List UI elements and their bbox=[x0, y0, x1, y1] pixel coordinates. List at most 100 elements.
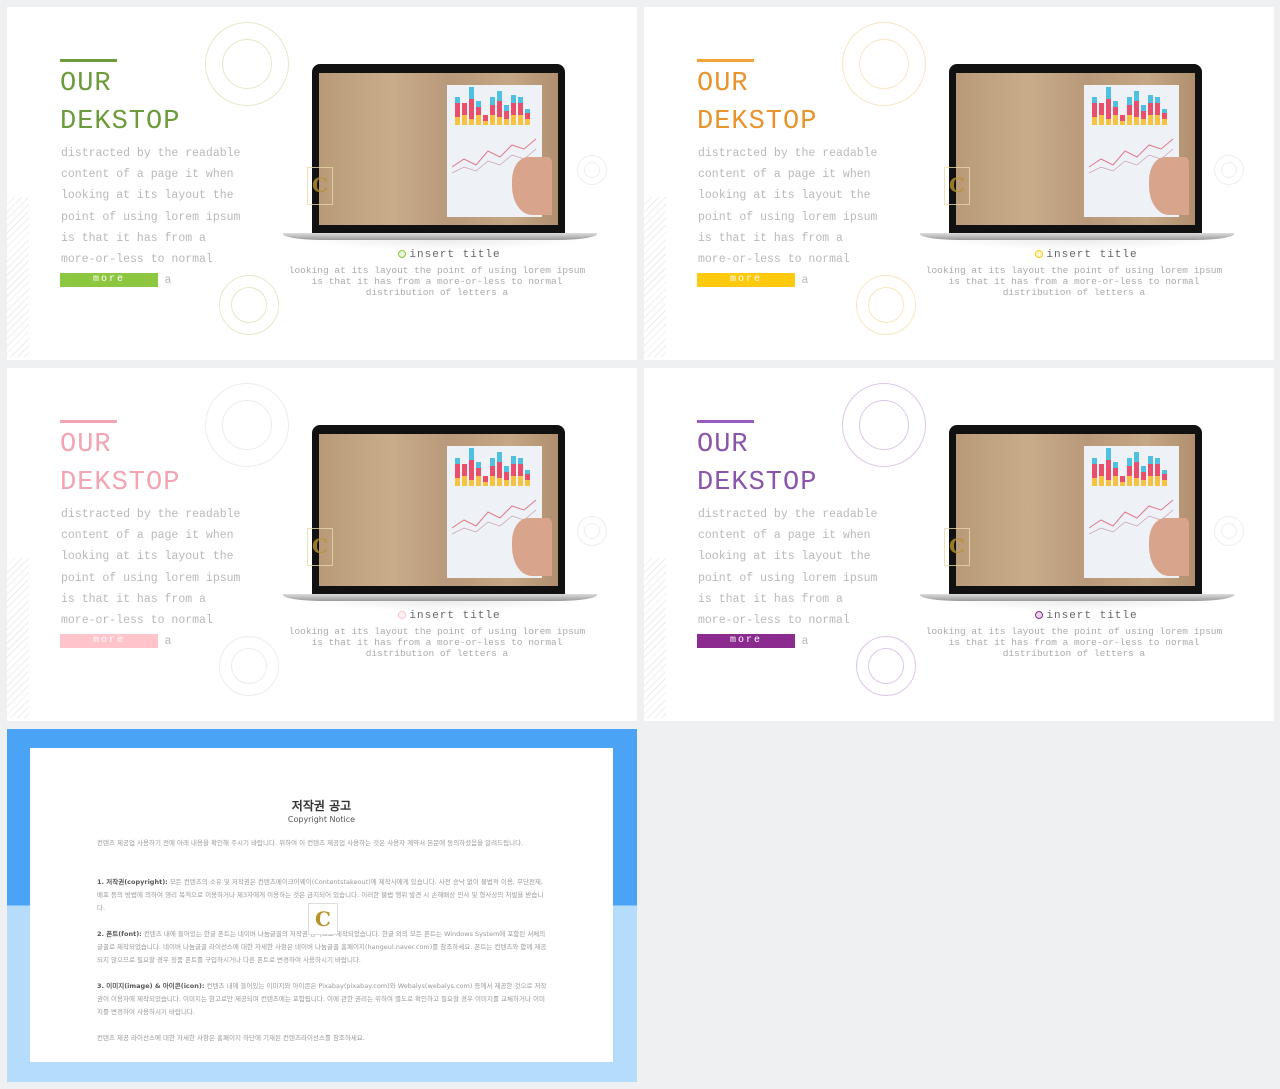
chart-bar bbox=[476, 468, 481, 476]
body-line: is that it has from a bbox=[61, 592, 206, 606]
body-line: is that it has from a bbox=[61, 231, 206, 245]
body-line: looking at its layout the bbox=[61, 189, 234, 203]
body-line: looking at its layout the bbox=[61, 550, 234, 564]
decor-ring bbox=[222, 400, 272, 450]
chart-bar bbox=[1141, 472, 1146, 480]
chart-bar bbox=[1148, 103, 1153, 115]
chart-bar bbox=[490, 458, 495, 466]
laptop-base bbox=[920, 594, 1234, 601]
insert-title-text: insert title bbox=[409, 610, 501, 622]
slide-title-line1: OUR bbox=[60, 430, 112, 460]
watermark-logo: C bbox=[307, 528, 333, 566]
chart-bar bbox=[1148, 115, 1153, 125]
chart-bar bbox=[1155, 458, 1160, 464]
notice-intro: 컨텐츠 제공업 사용하기 전에 아래 내용을 확인해 주시기 바랍니다. 위하여… bbox=[97, 839, 524, 847]
description-text: looking at its layout the point of using… bbox=[288, 265, 586, 298]
body-text: distracted by the readable content of a p… bbox=[698, 504, 898, 652]
chart-bar bbox=[483, 121, 488, 125]
chart-bar bbox=[476, 462, 481, 468]
chart-bar bbox=[469, 99, 474, 119]
chart-bar bbox=[455, 478, 460, 486]
body-line: content of a page it when bbox=[61, 529, 234, 543]
chart-bar bbox=[1106, 119, 1111, 125]
chart-bar bbox=[497, 117, 502, 125]
chart-bar bbox=[1113, 476, 1118, 486]
chart-bar bbox=[1099, 464, 1104, 476]
plus-circle-icon bbox=[398, 250, 407, 258]
description-text: looking at its layout the point of using… bbox=[925, 626, 1223, 659]
chart-bar bbox=[1155, 97, 1160, 103]
chart-bar bbox=[490, 105, 495, 115]
chart-bar bbox=[455, 458, 460, 464]
chart-bar bbox=[476, 107, 481, 115]
chart-bar bbox=[497, 478, 502, 486]
desktop-slide: OUR DEKSTOP distracted by the readable co… bbox=[644, 368, 1274, 721]
decor-ring bbox=[868, 287, 904, 323]
chart-bar bbox=[525, 470, 530, 474]
chart-bar bbox=[1092, 458, 1097, 464]
chart-bar bbox=[1134, 91, 1139, 101]
chart-bar bbox=[483, 115, 488, 121]
chart-bar bbox=[483, 476, 488, 482]
chart-bar bbox=[518, 476, 523, 486]
chart-bar bbox=[1134, 452, 1139, 462]
chart-bar bbox=[1141, 111, 1146, 119]
title-accent-line bbox=[60, 59, 117, 62]
chart-bar bbox=[483, 482, 488, 486]
insert-title-text: insert title bbox=[1046, 610, 1138, 622]
more-button[interactable]: more bbox=[60, 273, 158, 287]
desktop-slide: OUR DEKSTOP distracted by the readable co… bbox=[644, 7, 1274, 360]
notice-title: 저작권 공고 bbox=[291, 799, 352, 813]
chart-bar bbox=[1120, 482, 1125, 486]
chart-bar bbox=[1148, 456, 1153, 464]
chart-bar bbox=[1120, 476, 1125, 482]
decor-ring bbox=[859, 39, 909, 89]
decor-stripes bbox=[644, 558, 666, 718]
decor-ring bbox=[1221, 523, 1237, 539]
notice-outro: 컨텐츠 제공 라이선스에 대한 자세한 사항은 홈페이지 하단에 기재된 컨텐츠… bbox=[97, 1034, 365, 1042]
chart-bar bbox=[462, 103, 467, 115]
chart-bar bbox=[518, 115, 523, 125]
chart-bar bbox=[1092, 478, 1097, 486]
body-line: content of a page it when bbox=[698, 529, 871, 543]
chart-bar bbox=[511, 115, 516, 125]
insert-title: insert title bbox=[7, 610, 637, 622]
body-line: point of using lorem ipsum bbox=[61, 210, 241, 224]
body-line: content of a page it when bbox=[61, 168, 234, 182]
hand-image bbox=[1149, 518, 1189, 576]
chart-bar bbox=[469, 448, 474, 460]
chart-bar bbox=[1134, 462, 1139, 478]
insert-title-text: insert title bbox=[409, 249, 501, 261]
chart-bar bbox=[476, 476, 481, 486]
chart-bar bbox=[1106, 448, 1111, 460]
chart-bar bbox=[462, 464, 467, 476]
desktop-slide: OUR DEKSTOP distracted by the readable co… bbox=[7, 7, 637, 360]
chart-bar bbox=[455, 117, 460, 125]
chart-bar bbox=[1092, 117, 1097, 125]
chart-bar bbox=[1127, 115, 1132, 125]
title-accent-line bbox=[697, 59, 754, 62]
chart-bar bbox=[511, 456, 516, 464]
plus-circle-icon bbox=[1035, 611, 1044, 619]
watermark-logo: C bbox=[307, 167, 333, 205]
more-button[interactable]: more bbox=[697, 273, 795, 287]
insert-title-text: insert title bbox=[1046, 249, 1138, 261]
decor-ring bbox=[859, 400, 909, 450]
insert-title: insert title bbox=[644, 249, 1274, 261]
chart-bar bbox=[525, 474, 530, 480]
chart-bar bbox=[469, 119, 474, 125]
slide-title-line1: OUR bbox=[697, 430, 749, 460]
chart-bar bbox=[1155, 103, 1160, 115]
body-line: point of using lorem ipsum bbox=[698, 571, 878, 585]
section-label: 3. 이미지(image) & 아이콘(icon): bbox=[97, 982, 205, 990]
chart-bar bbox=[1141, 466, 1146, 472]
chart-bar bbox=[1106, 460, 1111, 480]
more-button[interactable]: more bbox=[60, 634, 158, 648]
chart-bar bbox=[1099, 476, 1104, 486]
decor-ring bbox=[584, 162, 600, 178]
desktop-slide: OUR DEKSTOP distracted by the readable co… bbox=[7, 368, 637, 721]
chart-bar bbox=[511, 464, 516, 476]
plus-circle-icon bbox=[398, 611, 407, 619]
chart-bar bbox=[1155, 476, 1160, 486]
more-button[interactable]: more bbox=[697, 634, 795, 648]
